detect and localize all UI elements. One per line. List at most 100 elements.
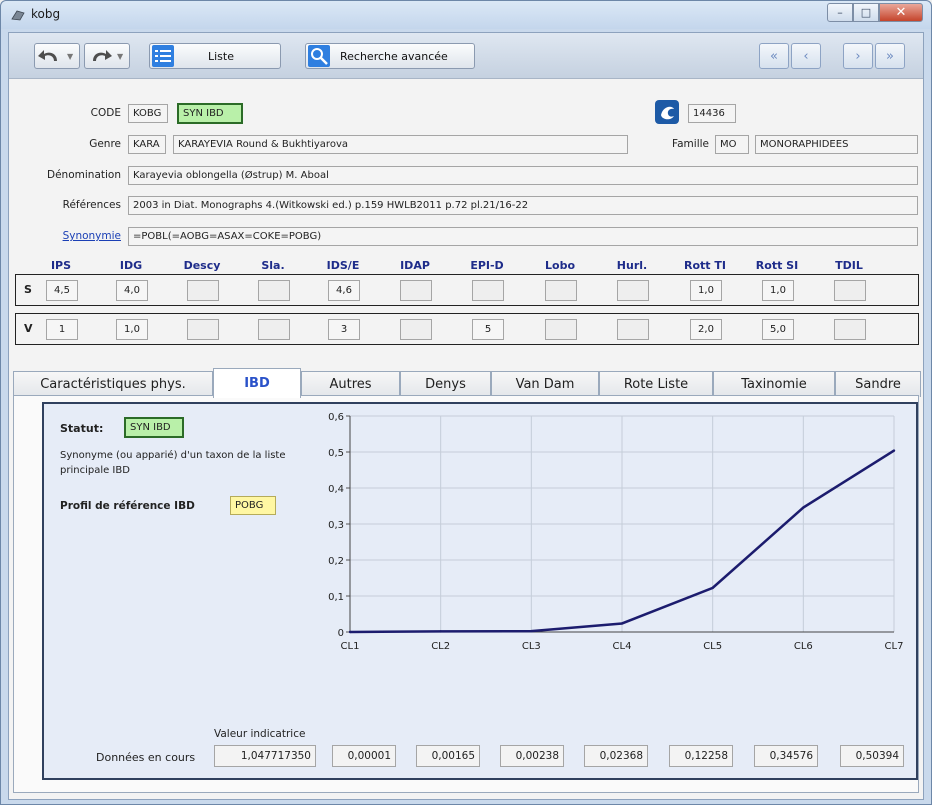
index-value-cell[interactable] xyxy=(187,319,219,340)
maximize-button[interactable]: □ xyxy=(853,3,879,22)
next-record-button[interactable]: › xyxy=(843,43,873,69)
ibd-tab-panel: Statut: SYN IBD Synonyme (ou apparié) d'… xyxy=(13,395,919,793)
code-field[interactable]: KOBG xyxy=(128,104,168,123)
data-point xyxy=(620,622,624,625)
index-header: TDIL xyxy=(835,259,863,272)
data-point xyxy=(802,506,805,509)
y-tick-label: 0 xyxy=(338,628,344,639)
list-button[interactable]: Liste xyxy=(149,43,281,69)
index-value-cell[interactable]: 3 xyxy=(328,319,360,340)
index-value-cell[interactable] xyxy=(617,280,649,301)
app-icon xyxy=(11,10,25,21)
chevron-down-icon[interactable]: ▼ xyxy=(67,52,73,61)
class-value-box: 0,00001 xyxy=(332,745,396,767)
undo-button[interactable]: ▼ xyxy=(34,43,80,69)
index-value-cell[interactable] xyxy=(400,280,432,301)
tab-autres[interactable]: Autres xyxy=(301,371,400,397)
record-number-field[interactable]: 14436 xyxy=(688,104,736,123)
previous-record-button[interactable]: ‹ xyxy=(791,43,821,69)
index-value-cell[interactable] xyxy=(545,280,577,301)
minimize-icon: – xyxy=(837,6,843,19)
tab-taxinomie[interactable]: Taxinomie xyxy=(713,371,835,397)
index-value-cell[interactable]: 4,5 xyxy=(46,280,78,301)
tab-ibd[interactable]: IBD xyxy=(213,368,301,398)
index-value-cell[interactable] xyxy=(834,319,866,340)
first-record-button[interactable]: « xyxy=(759,43,789,69)
index-value-cell[interactable] xyxy=(400,319,432,340)
close-icon: ✕ xyxy=(895,5,907,20)
y-tick-label: 0,3 xyxy=(328,520,344,531)
index-value-cell[interactable]: 1,0 xyxy=(116,319,148,340)
famille-name-field[interactable]: MONORAPHIDEES xyxy=(755,135,918,154)
class-value-box: 0,50394 xyxy=(840,745,904,767)
denomination-label: Dénomination xyxy=(47,169,121,181)
index-header: IPS xyxy=(50,259,72,272)
search-icon xyxy=(308,45,330,67)
x-tick-label: CL5 xyxy=(703,641,722,652)
indices-row-v: V 1 1,0 3 5 2,0 5,0 xyxy=(15,313,919,345)
close-button[interactable]: ✕ xyxy=(879,3,923,22)
famille-label: Famille xyxy=(672,138,709,150)
window-title: kobg xyxy=(31,7,61,21)
y-tick-label: 0,5 xyxy=(328,448,344,459)
last-record-button[interactable]: » xyxy=(875,43,905,69)
index-value-cell[interactable] xyxy=(617,319,649,340)
donnees-label: Données en cours xyxy=(96,751,196,764)
chevron-down-icon[interactable]: ▼ xyxy=(117,52,123,61)
index-value-cell[interactable]: 5,0 xyxy=(762,319,794,340)
tab-sandre[interactable]: Sandre xyxy=(835,371,921,397)
row-label-v: V xyxy=(24,322,33,335)
x-tick-label: CL7 xyxy=(885,641,904,652)
x-tick-label: CL4 xyxy=(613,641,632,652)
index-value-cell[interactable]: 1,0 xyxy=(690,280,722,301)
index-value-cell[interactable]: 2,0 xyxy=(690,319,722,340)
valeur-indicatrice-label: Valeur indicatrice xyxy=(214,728,306,740)
chevron-left-icon: ‹ xyxy=(803,48,809,64)
double-chevron-left-icon: « xyxy=(770,48,778,64)
class-value-box: 0,02368 xyxy=(584,745,648,767)
index-value-cell[interactable]: 1,0 xyxy=(762,280,794,301)
denomination-field[interactable]: Karayevia oblongella (Østrup) M. Aboal xyxy=(128,166,918,185)
y-tick-label: 0,6 xyxy=(328,412,344,423)
tab-denys[interactable]: Denys xyxy=(400,371,491,397)
index-value-cell[interactable] xyxy=(258,280,290,301)
index-value-cell[interactable]: 1 xyxy=(46,319,78,340)
index-value-cell[interactable]: 4,0 xyxy=(116,280,148,301)
index-value-cell[interactable] xyxy=(472,280,504,301)
index-value-cell[interactable]: 4,6 xyxy=(328,280,360,301)
redo-button[interactable]: ▼ xyxy=(84,43,130,69)
advanced-search-button[interactable]: Recherche avancée xyxy=(305,43,475,69)
y-tick-label: 0,2 xyxy=(328,556,344,567)
tab-caracteristiques[interactable]: Caractéristiques phys. xyxy=(13,371,213,397)
synonymie-link[interactable]: Synonymie xyxy=(9,230,121,242)
tab-rote-liste[interactable]: Rote Liste xyxy=(599,371,713,397)
minimize-button[interactable]: – xyxy=(827,3,853,22)
references-field[interactable]: 2003 in Diat. Monographs 4.(Witkowski ed… xyxy=(128,196,918,215)
x-tick-label: CL3 xyxy=(522,641,541,652)
list-label: Liste xyxy=(208,49,234,63)
advanced-search-label: Recherche avancée xyxy=(340,49,448,63)
synonymie-field[interactable]: =POBL(=AOBG=ASAX=COKE=POBG) xyxy=(128,227,918,246)
index-header: Rott SI xyxy=(755,259,799,272)
class-value-box: 0,00238 xyxy=(500,745,564,767)
undo-icon xyxy=(38,50,57,61)
index-value-cell[interactable]: 5 xyxy=(472,319,504,340)
data-point xyxy=(348,630,352,634)
index-header: IDG xyxy=(119,259,143,272)
data-point xyxy=(892,449,896,452)
maximize-icon: □ xyxy=(860,6,872,19)
index-value-cell[interactable] xyxy=(545,319,577,340)
tab-van-dam[interactable]: Van Dam xyxy=(491,371,599,397)
y-tick-label: 0,4 xyxy=(328,484,344,495)
indices-row-s: S 4,5 4,0 4,6 1,0 1,0 xyxy=(15,274,919,306)
class-value-box: 0,34576 xyxy=(754,745,818,767)
genre-name-field[interactable]: KARAYEVIA Round & Bukhtiyarova xyxy=(173,135,628,154)
index-value-cell[interactable] xyxy=(258,319,290,340)
index-header: IDS/E xyxy=(326,259,360,272)
famille-code-field[interactable]: MO xyxy=(715,135,749,154)
code-label: CODE xyxy=(90,107,121,119)
title-bar: kobg – □ ✕ xyxy=(1,1,931,29)
genre-code-field[interactable]: KARA xyxy=(128,135,166,154)
index-value-cell[interactable] xyxy=(187,280,219,301)
index-value-cell[interactable] xyxy=(834,280,866,301)
